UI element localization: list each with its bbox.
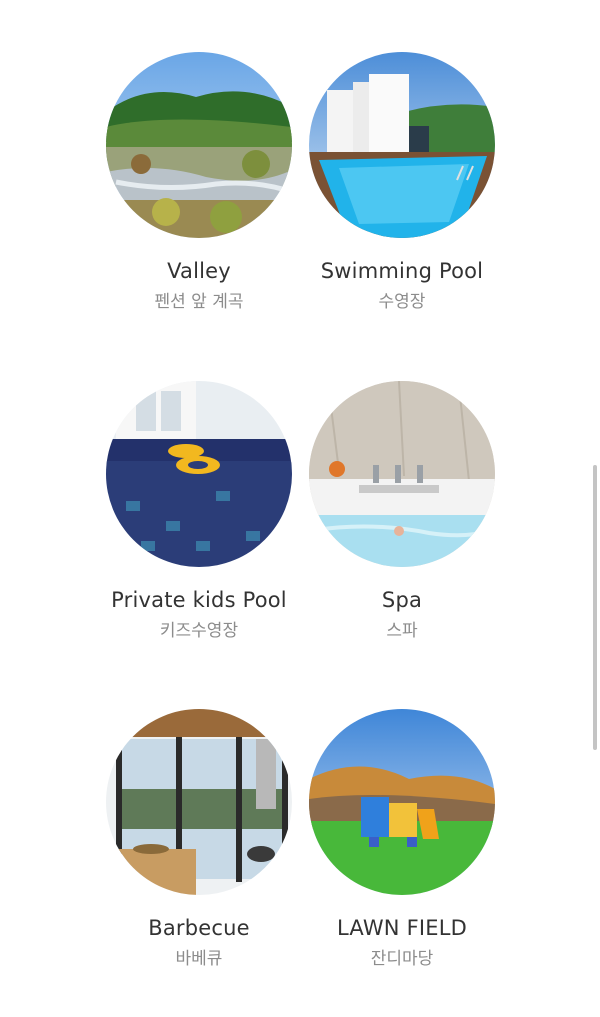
facility-title: LAWN FIELD xyxy=(337,916,467,940)
facility-subtitle: 수영장 xyxy=(378,292,426,312)
facility-card-valley[interactable]: Valley 펜션 앞 계곡 xyxy=(99,52,299,313)
facility-subtitle: 스파 xyxy=(386,621,418,641)
facility-title: Private kids Pool xyxy=(111,588,287,612)
spa-photo xyxy=(309,381,495,567)
lawn-field-photo xyxy=(309,709,495,895)
facility-subtitle: 키즈수영장 xyxy=(159,621,239,641)
facility-grid: Valley 펜션 앞 계곡 Swimming Pool 수영장 Private… xyxy=(0,0,600,1017)
facility-subtitle: 잔디마당 xyxy=(370,949,434,969)
facility-card-kids-pool[interactable]: Private kids Pool 키즈수영장 xyxy=(99,381,299,642)
facility-title: Spa xyxy=(381,588,423,612)
facility-subtitle: 펜션 앞 계곡 xyxy=(154,292,244,312)
facility-title: Swimming Pool xyxy=(320,259,484,283)
facility-title: Valley xyxy=(167,259,231,283)
barbecue-photo xyxy=(106,709,292,895)
facility-subtitle: 바베큐 xyxy=(175,949,223,969)
facility-card-lawn-field[interactable]: LAWN FIELD 잔디마당 xyxy=(302,709,502,970)
swimming-pool-photo xyxy=(309,52,495,238)
kids-pool-photo xyxy=(106,381,292,567)
facility-card-swimming-pool[interactable]: Swimming Pool 수영장 xyxy=(302,52,502,313)
valley-photo xyxy=(106,52,292,238)
facility-card-barbecue[interactable]: Barbecue 바베큐 xyxy=(99,709,299,970)
facility-card-spa[interactable]: Spa 스파 xyxy=(302,381,502,642)
facility-title: Barbecue xyxy=(148,916,250,940)
scrollbar[interactable] xyxy=(593,465,597,750)
